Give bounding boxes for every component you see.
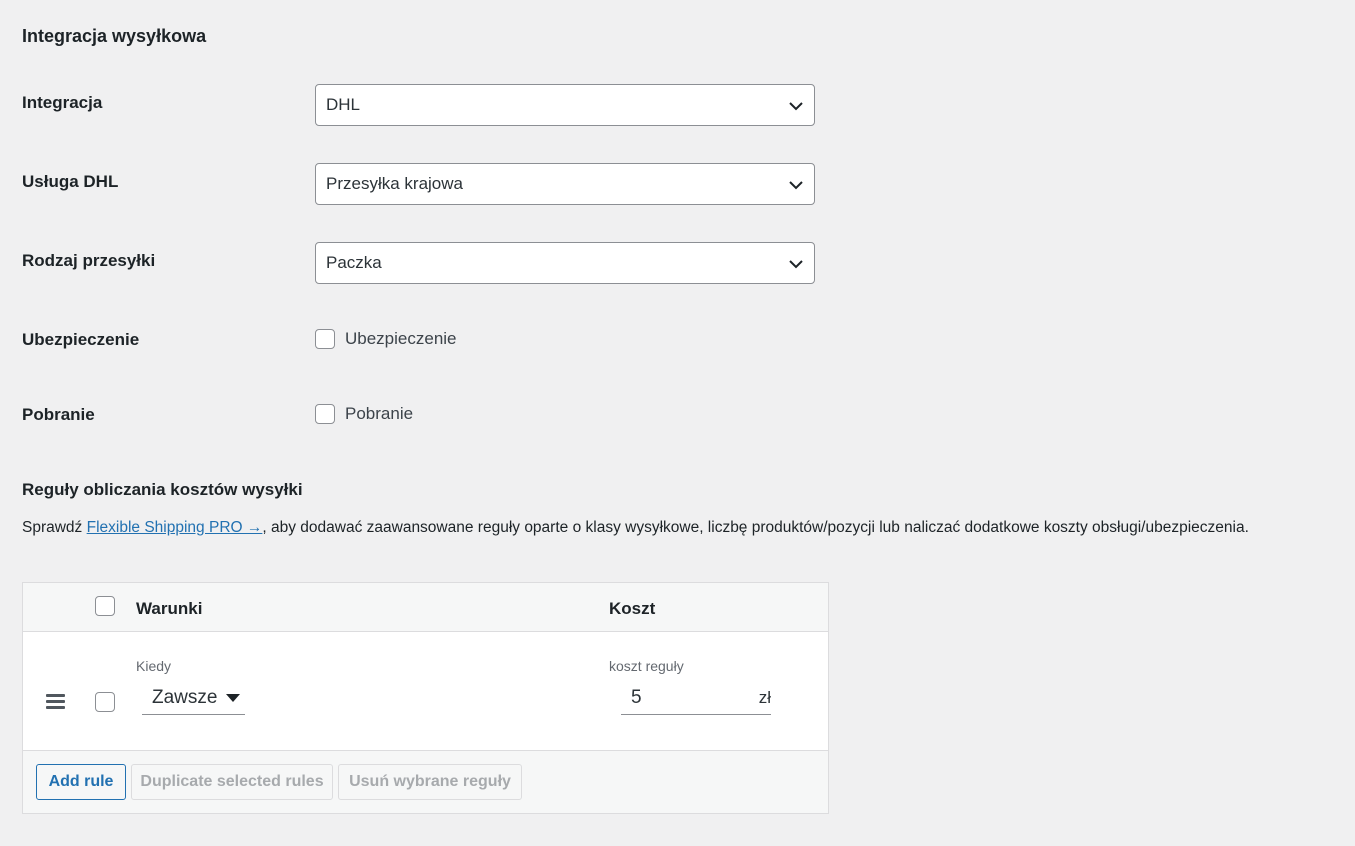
duplicate-rules-button[interactable]: Duplicate selected rules [131,764,333,800]
service-select[interactable]: Przesyłka krajowa [315,163,815,205]
caret-down-icon [226,693,241,702]
service-label: Usługa DHL [22,172,119,191]
package-type-select[interactable]: Paczka [315,242,815,284]
package-type-select-value: Paczka [326,253,382,272]
row-checkbox[interactable] [95,692,115,712]
cost-label: koszt reguły [609,658,684,674]
when-label: Kiedy [136,658,172,674]
currency-suffix: zł [758,687,771,707]
select-all-checkbox[interactable] [95,596,115,616]
rules-table-header: Warunki Koszt [23,583,828,632]
column-cost: Koszt [609,599,656,618]
cod-checkbox[interactable] [315,404,335,424]
rules-description: Sprawdź Flexible Shipping PRO →, aby dod… [22,519,1249,537]
delete-rules-button[interactable]: Usuń wybrane reguły [338,764,522,800]
insurance-option: Ubezpieczenie [315,329,457,349]
cod-checkbox-label[interactable]: Pobranie [345,404,413,424]
integration-select[interactable]: DHL [315,84,815,126]
cod-label: Pobranie [22,405,95,424]
section-title: Integracja wysyłkowa [22,26,207,46]
chevron-down-icon [789,260,803,269]
rules-table: Warunki Koszt Kiedy Zawsze koszt reguły … [22,582,829,814]
integration-label: Integracja [22,93,103,112]
cost-input-value: 5 [631,686,642,708]
when-select[interactable]: Zawsze [142,681,245,715]
flexible-shipping-pro-link[interactable]: Flexible Shipping PRO → [87,519,263,536]
integration-select-value: DHL [326,95,361,114]
column-conditions: Warunki [136,599,203,618]
chevron-down-icon [789,181,803,190]
rules-table-footer: Add rule Duplicate selected rules Usuń w… [23,750,828,813]
add-rule-button[interactable]: Add rule [36,764,126,800]
when-select-value: Zawsze [152,686,218,708]
insurance-checkbox-label[interactable]: Ubezpieczenie [345,329,457,349]
insurance-checkbox[interactable] [315,329,335,349]
rules-description-suffix: , aby dodawać zaawansowane reguły oparte… [262,519,1249,536]
rules-title: Reguły obliczania kosztów wysyłki [22,480,303,499]
insurance-label: Ubezpieczenie [22,330,140,349]
drag-handle-icon[interactable] [46,694,65,712]
cod-option: Pobranie [315,404,413,424]
chevron-down-icon [789,102,803,111]
package-type-label: Rodzaj przesyłki [22,251,156,270]
cost-input[interactable]: 5 zł [621,681,771,715]
service-select-value: Przesyłka krajowa [326,174,463,193]
rules-description-prefix: Sprawdź [22,519,87,536]
